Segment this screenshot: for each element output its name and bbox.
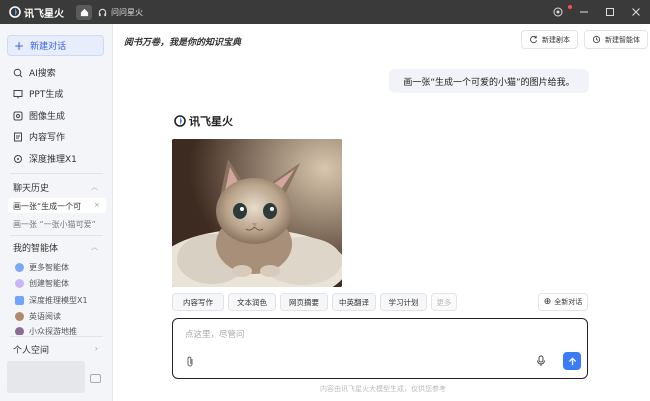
sidebar-item-write[interactable]: 内容写作 — [13, 130, 65, 143]
chip-study-plan[interactable]: 学习计划 — [380, 293, 427, 311]
send-button[interactable] — [563, 352, 581, 370]
sidebar-item-ai-search[interactable]: AI搜索 — [13, 66, 56, 79]
chip-more[interactable]: 更多 — [431, 293, 457, 311]
tab-wenwen[interactable]: 问问星火 — [98, 7, 143, 18]
new-agent-label: 新建智能体 — [605, 35, 640, 44]
headset-icon — [98, 8, 107, 16]
chip-content-writing[interactable]: 内容写作 — [172, 293, 224, 311]
new-dialog-label: 全新对话 — [554, 298, 583, 306]
delete-history-icon[interactable]: × — [94, 201, 100, 209]
assistant-brand: 讯飞星火 — [174, 113, 233, 129]
plus-circle-icon: ⊕ — [543, 297, 552, 307]
sidebar: + 新建对话 AI搜索 PPT生成 图像生成 内容写作 深度推理X1 聊天历史 … — [0, 24, 113, 401]
user-profile-area[interactable] — [7, 361, 85, 393]
search-icon — [13, 68, 23, 78]
history-item[interactable]: 画一张 “一张小猫可爱” — [13, 219, 105, 230]
chip-text-polish[interactable]: 文本润色 — [228, 293, 276, 311]
home-button[interactable] — [76, 4, 92, 20]
brand-name: 讯飞星火 — [189, 115, 233, 128]
agent-label: 创建智能体 — [29, 279, 69, 288]
divider — [10, 173, 103, 174]
agent-item-x1[interactable]: 深度推理模型X1 — [15, 295, 88, 306]
reasoning-icon — [13, 154, 23, 164]
x1-model-icon — [15, 296, 24, 305]
avatar — [15, 327, 24, 335]
input-placeholder: 点这里，尽管问 — [185, 330, 245, 340]
history-item[interactable]: 画一张“生成一个可 — [13, 201, 93, 212]
chip-translate[interactable]: 中英翻译 — [332, 293, 376, 311]
chat-input[interactable]: 点这里，尽管问 — [172, 318, 588, 379]
chip-web-summary[interactable]: 网页摘要 — [280, 293, 328, 311]
ppt-icon — [13, 89, 23, 99]
spark-logo-icon — [174, 115, 186, 127]
new-script-button[interactable]: 新建剧本 — [521, 30, 578, 49]
agent-item-create[interactable]: 创建智能体 — [15, 278, 69, 289]
agent-item-travel[interactable]: 小众探游地推 — [15, 327, 77, 335]
app-name: 讯飞星火 — [24, 8, 64, 20]
new-chat-label: 新建对话 — [30, 42, 67, 52]
user-message: 画一张“生成一个可爱的小猫”的图片给我。 — [389, 69, 589, 93]
new-dialog-button[interactable]: ⊕ 全新对话 — [538, 293, 588, 311]
agents-title: 我的智能体 — [13, 244, 59, 254]
chevron-up-icon[interactable]: ︿ — [91, 242, 98, 252]
home-icon — [80, 8, 88, 16]
divider — [10, 235, 103, 236]
generated-cat-image[interactable] — [172, 139, 342, 287]
attach-icon[interactable] — [185, 356, 195, 371]
close-icon[interactable] — [630, 6, 642, 18]
arrow-up-icon — [568, 356, 576, 365]
agents-icon — [15, 263, 24, 272]
agent-label: 小众探游地推 — [29, 327, 77, 335]
new-script-label: 新建剧本 — [542, 35, 570, 44]
agent-item-more[interactable]: 更多智能体 — [15, 262, 69, 273]
collapse-sidebar-icon[interactable] — [90, 374, 101, 383]
avatar — [15, 312, 24, 321]
sidebar-item-reasoning[interactable]: 深度推理X1 — [13, 152, 77, 165]
disclaimer-text: 内容由讯飞星火大模型生成，仅供您参考 — [320, 385, 446, 393]
spark-logo-icon — [9, 6, 21, 18]
minimize-icon[interactable] — [578, 6, 590, 18]
agent-label: 深度推理模型X1 — [29, 296, 88, 305]
title-bar: 讯飞星火 问问星火 — [0, 0, 650, 24]
notification-dot — [568, 5, 572, 9]
chevron-right-icon[interactable]: › — [95, 344, 98, 353]
tab-label: 问问星火 — [111, 7, 143, 17]
sidebar-item-ppt[interactable]: PPT生成 — [13, 87, 63, 100]
sidebar-item-label: 图像生成 — [29, 112, 66, 122]
microphone-icon[interactable] — [536, 355, 546, 370]
new-chat-button[interactable]: + 新建对话 — [7, 35, 104, 56]
history-title: 聊天历史 — [13, 184, 50, 194]
create-agent-icon — [15, 279, 24, 288]
sidebar-item-image[interactable]: 图像生成 — [13, 109, 65, 122]
sidebar-item-label: 内容写作 — [29, 133, 66, 143]
maximize-icon[interactable] — [604, 6, 616, 18]
divider — [10, 336, 103, 337]
agent-refresh-icon — [592, 35, 601, 44]
plus-icon: + — [14, 38, 25, 53]
write-icon — [13, 132, 23, 142]
new-agent-button[interactable]: 新建智能体 — [584, 30, 648, 49]
agent-item-english[interactable]: 英语阅读 — [15, 311, 61, 322]
chevron-up-icon[interactable]: ︿ — [91, 182, 98, 192]
sidebar-item-label: PPT生成 — [29, 90, 64, 100]
sidebar-item-label: AI搜索 — [29, 69, 56, 79]
refresh-icon — [530, 35, 538, 44]
personal-space-title[interactable]: 个人空间 — [13, 343, 49, 356]
agent-label: 更多智能体 — [29, 263, 69, 272]
page-slogan: 阅书万卷，我是你的知识宝典 — [124, 38, 242, 48]
sidebar-item-label: 深度推理X1 — [29, 155, 77, 165]
main-content: 阅书万卷，我是你的知识宝典 新建剧本 新建智能体 画一张“生成一个可爱的小猫”的… — [114, 24, 650, 401]
app-logo: 讯飞星火 — [9, 5, 64, 20]
bell-icon[interactable] — [552, 6, 564, 18]
agent-label: 英语阅读 — [29, 312, 61, 321]
image-icon — [13, 111, 23, 121]
